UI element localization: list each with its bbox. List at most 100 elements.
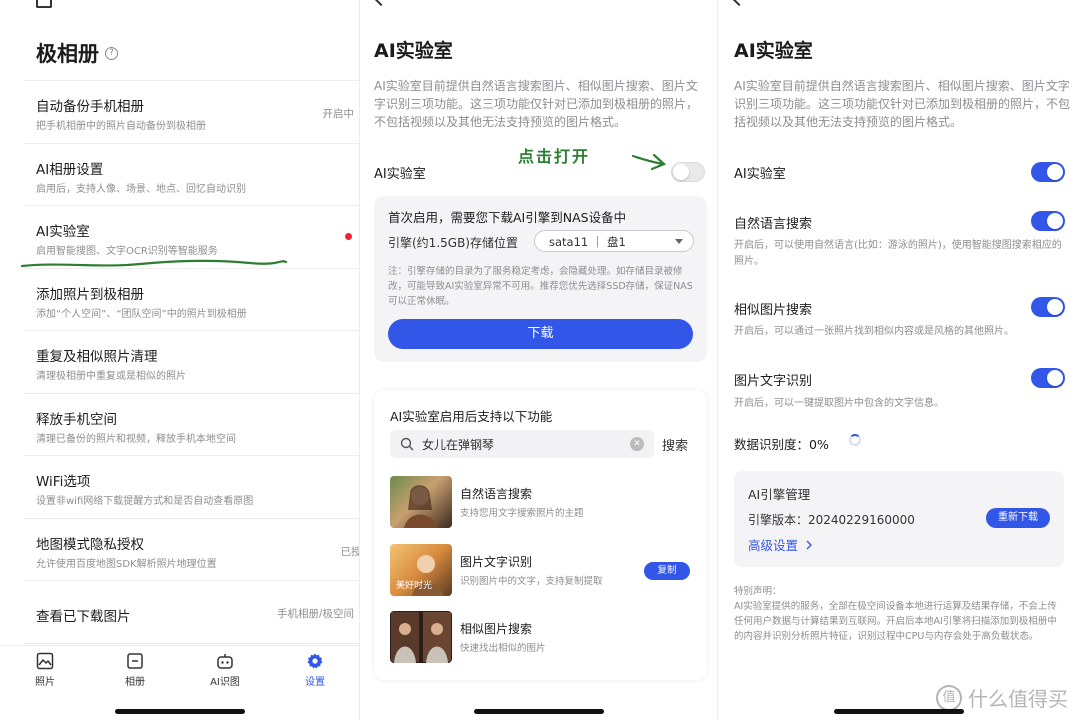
- engine-management-card: AI引擎管理 引擎版本：20240229160000 高级设置 重新下载: [734, 471, 1064, 567]
- similar-search-toggle[interactable]: [1031, 297, 1065, 317]
- progress-value: 0%: [809, 437, 829, 452]
- feature-thumbnail: [390, 476, 452, 528]
- ai-lab-toggle[interactable]: [1031, 162, 1065, 182]
- feature-item-text-recognition: 美好时光 图片文字识别 识别图片中的文字，支持复制提取 复制: [390, 544, 690, 596]
- menu-item[interactable]: 重复及相似照片清理 清理极相册中重复或是相似的照片: [24, 330, 360, 393]
- menu-item-title: WiFi选项: [36, 474, 91, 490]
- back-icon[interactable]: [373, 0, 389, 7]
- menu-item[interactable]: 地图模式隐私授权允许使用百度地图SDK解析照片地理位置 已授权: [24, 517, 361, 581]
- help-icon[interactable]: ?: [105, 46, 118, 60]
- feature-item-natural-language: 自然语言搜索 支持您用文字搜索照片的主题: [390, 476, 690, 528]
- notification-dot: [345, 233, 352, 240]
- natural-language-search-toggle[interactable]: [1031, 211, 1065, 231]
- tab-ai-recognition[interactable]: AI识图: [180, 646, 270, 695]
- menu-item-subtitle: 设置非wifi网络下载提醒方式和是否自动查看原图: [36, 496, 254, 507]
- tab-settings[interactable]: 设置: [270, 646, 360, 695]
- tab-photos[interactable]: 照片: [0, 646, 90, 695]
- menu-item[interactable]: 自动备份手机相册把手机相册中的照片自动备份到极相册 开启中: [24, 80, 360, 143]
- handwritten-underline: [20, 259, 288, 268]
- tab-albums[interactable]: 相册: [90, 646, 180, 695]
- loading-spinner-icon: [849, 434, 861, 446]
- download-heading: 首次启用，需要您下载AI引擎到NAS设备中: [388, 210, 627, 225]
- advanced-settings-link[interactable]: 高级设置: [748, 535, 813, 554]
- share-icon[interactable]: [36, 0, 52, 8]
- similar-search-desc: 开启后，可以通过一张照片找到相似内容或是风格的其他照片。: [734, 326, 1014, 337]
- search-input[interactable]: 女儿在弹钢琴 ✕: [390, 430, 654, 458]
- menu-item[interactable]: 查看已下载图片 手机相册/极空间: [24, 580, 360, 643]
- ai-lab-enabled-panel: AI实验室 AI实验室目前提供自然语言搜索图片、相似图片搜索、图片文字识别三项功…: [718, 0, 1080, 720]
- engine-title: AI引擎管理: [748, 487, 811, 502]
- menu-item-title: AI实验室: [36, 224, 90, 240]
- settings-menu: 自动备份手机相册把手机相册中的照片自动备份到极相册 开启中 AI相册设置 启用后，支持…: [0, 80, 360, 705]
- thumbnail-caption: 美好时光: [396, 581, 433, 591]
- close-icon[interactable]: ✕: [630, 437, 644, 451]
- home-indicator: [115, 709, 245, 714]
- chevron-down-icon: [675, 239, 683, 244]
- toggle-knob: [1047, 164, 1063, 180]
- redownload-button[interactable]: 重新下载: [986, 508, 1050, 528]
- handwritten-annotation: 点击打开: [518, 147, 591, 166]
- menu-item-subtitle: 清理已备份的照片和视频，释放手机本地空间: [36, 433, 236, 445]
- menu-item-value: 已授权: [340, 545, 361, 558]
- page-title: AI实验室: [734, 40, 813, 62]
- watermark-logo: 值: [936, 684, 962, 711]
- menu-item[interactable]: AI相册设置 启用后，支持人像、场景、地点、回忆自动识别: [24, 142, 360, 206]
- gear-icon: [307, 653, 323, 669]
- page-title: AI实验室: [374, 40, 453, 62]
- menu-item-title: 添加照片到极相册: [36, 286, 144, 303]
- menu-item-subtitle: 把手机相册中的照片自动备份到极相册: [36, 121, 206, 132]
- natural-language-search-label: 自然语言搜索: [734, 217, 813, 232]
- page-description: AI实验室目前提供自然语言搜索图片、相似图片搜索、图片文字识别三项功能。这三项功…: [734, 79, 1071, 129]
- menu-item-subtitle: 清理极相册中重复或是相似的照片: [36, 371, 186, 382]
- disclaimer-text: 特别声明： AI实验室提供的服务，全部在极空间设备本地进行运算及结果存储，不会上…: [734, 586, 1057, 642]
- toggle-knob: [673, 164, 689, 180]
- photo-icon: [36, 652, 54, 670]
- back-icon[interactable]: [731, 0, 747, 7]
- page-description: AI实验室目前提供自然语言搜索图片、相似图片搜索、图片文字识别三项功能。这三项功…: [374, 79, 699, 129]
- watermark: 值 什么值得买: [936, 683, 1068, 712]
- toggle-knob: [1047, 213, 1063, 229]
- search-button[interactable]: 搜索: [662, 435, 688, 454]
- ai-lab-disabled-panel: AI实验室 AI实验室目前提供自然语言搜索图片、相似图片搜索、图片文字识别三项功…: [360, 0, 718, 720]
- download-button[interactable]: 下载: [388, 319, 693, 349]
- menu-item-value: 手机相册/极空间: [276, 608, 354, 620]
- handwritten-arrow-icon: [631, 153, 667, 171]
- chevron-right-icon: [806, 540, 812, 550]
- recognition-progress: 数据识别度：0%: [734, 437, 829, 452]
- feature-thumbnail: 美好时光: [390, 544, 452, 596]
- menu-item-title: AI相册设置: [36, 161, 104, 178]
- menu-item[interactable]: WiFi选项设置非wifi网络下载提醒方式和是否自动查看原图: [24, 455, 360, 518]
- engine-version: 引擎版本：20240229160000: [748, 513, 915, 527]
- storage-location-select[interactable]: sata11 ｜ 盘1: [534, 230, 694, 252]
- text-recognition-toggle[interactable]: [1031, 368, 1065, 388]
- copy-button[interactable]: 复制: [644, 562, 690, 580]
- ai-lab-toggle[interactable]: [671, 162, 705, 182]
- storage-note: 注：引擎存储的目录为了服务稳定考虑，会隐藏处理。如存储目录被修改，可能导致AI实…: [388, 266, 693, 307]
- menu-item-subtitle: 允许使用百度地图SDK解析照片地理位置: [36, 558, 217, 570]
- menu-item-title: 地图模式隐私授权: [36, 536, 144, 553]
- ai-lab-toggle-label: AI实验室: [734, 167, 786, 182]
- menu-item-value: 开启中: [322, 108, 355, 120]
- text-recognition-label: 图片文字识别: [734, 374, 813, 389]
- album-icon: [127, 653, 143, 669]
- menu-item[interactable]: 释放手机空间 清理已备份的照片和视频，释放手机本地空间: [24, 392, 360, 456]
- page-title: 极相册 ?: [36, 38, 118, 68]
- home-indicator: [474, 709, 604, 714]
- portrait-thumbnail-icon: [404, 485, 438, 528]
- menu-item-title: 查看已下载图片: [36, 609, 131, 625]
- bottom-tab-bar: 照片 相册 AI识图 设置: [0, 645, 360, 695]
- toggle-knob: [1047, 370, 1063, 386]
- menu-item[interactable]: 添加照片到极相册添加“个人空间”、“团队空间”中的照片到极相册: [24, 267, 360, 331]
- ai-lab-toggle-label: AI实验室: [374, 167, 426, 182]
- storage-location-label: 引擎(约1.5GB)存储位置: [388, 236, 518, 250]
- toggle-knob: [1047, 299, 1063, 315]
- text-recognition-desc: 开启后，可以一键提取图片中包含的文字信息。: [734, 398, 944, 409]
- menu-item-subtitle: 添加“个人空间”、“团队空间”中的照片到极相册: [36, 308, 247, 320]
- feature-heading: AI实验室启用后支持以下功能: [390, 409, 553, 424]
- robot-icon: [217, 654, 233, 669]
- menu-item-title: 自动备份手机相册: [36, 99, 144, 115]
- natural-language-search-desc: 开启后，可以使用自然语言(比如：游泳的照片)，使用智能搜图搜索相应的照片。: [734, 240, 1062, 267]
- album-settings-panel: 极相册 ? 自动备份手机相册把手机相册中的照片自动备份到极相册 开启中 AI相册设置…: [0, 0, 360, 720]
- feature-preview-card: AI实验室启用后支持以下功能 女儿在弹钢琴 ✕ 搜索 自然语言搜索 支持您用文字…: [374, 390, 707, 680]
- home-indicator: [834, 709, 964, 714]
